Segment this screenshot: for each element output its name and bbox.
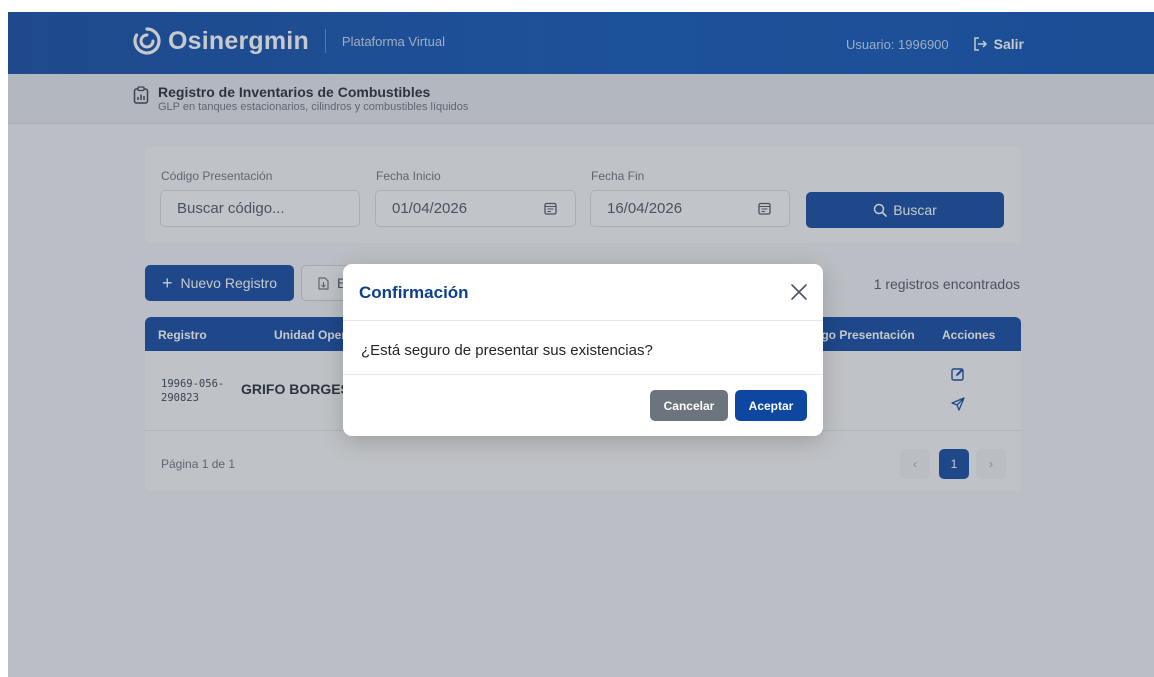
app-window: Osinergmin Plataforma Virtual Usuario: 1… <box>8 12 1154 677</box>
accept-button[interactable]: Aceptar <box>735 390 807 421</box>
cancel-button[interactable]: Cancelar <box>650 390 728 421</box>
dialog-divider <box>343 320 823 321</box>
dialog-title: Confirmación <box>359 283 469 302</box>
dialog-message: ¿Está seguro de presentar sus existencia… <box>361 342 653 359</box>
confirmation-dialog: Confirmación ¿Está seguro de presentar s… <box>343 264 823 436</box>
dialog-divider <box>343 374 823 375</box>
close-icon[interactable] <box>789 282 809 302</box>
